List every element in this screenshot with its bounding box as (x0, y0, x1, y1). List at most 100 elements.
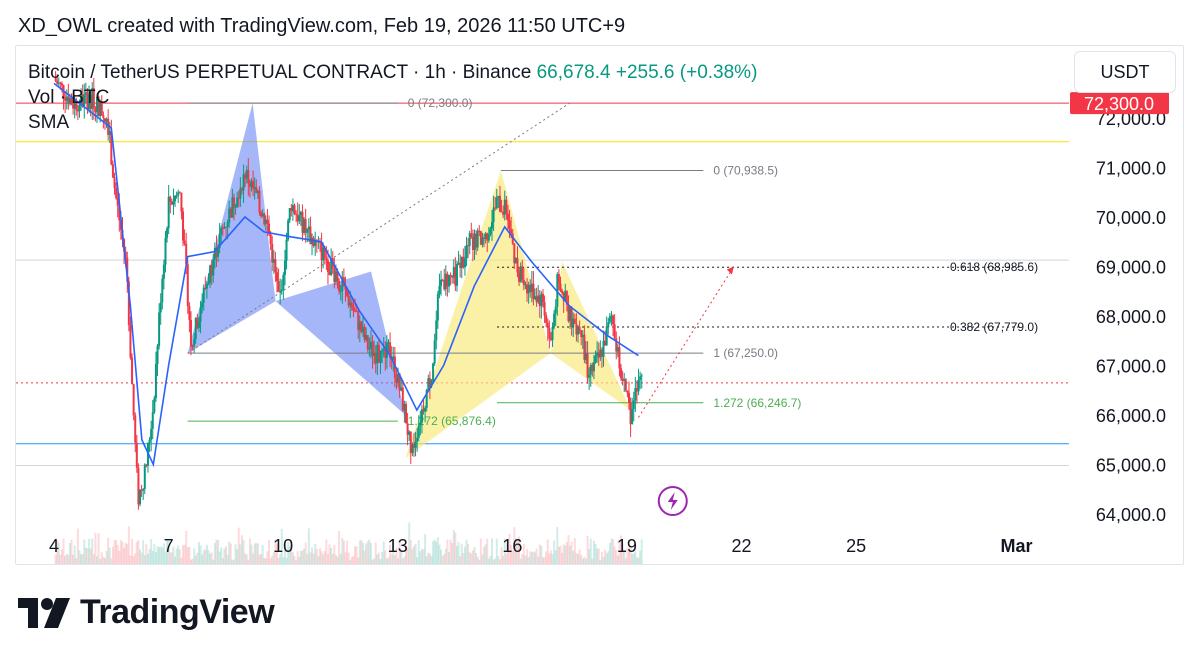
candle-body[interactable] (275, 272, 278, 282)
candle-body[interactable] (448, 274, 451, 287)
candle-body[interactable] (543, 302, 546, 316)
candle-body[interactable] (207, 282, 210, 284)
candle-body[interactable] (182, 211, 185, 241)
candle-body[interactable] (561, 290, 564, 294)
candle-body[interactable] (298, 215, 301, 222)
candle-body[interactable] (143, 464, 146, 489)
candle-body[interactable] (199, 307, 202, 322)
candle-body[interactable] (594, 355, 597, 363)
candle-body[interactable] (546, 322, 549, 328)
candle-body[interactable] (573, 318, 576, 324)
candle-body[interactable] (588, 374, 591, 378)
candle-body[interactable] (129, 325, 132, 358)
candle-body[interactable] (338, 280, 341, 292)
candle-body[interactable] (417, 425, 420, 438)
candle-body[interactable] (404, 403, 407, 424)
candle-body[interactable] (553, 313, 556, 328)
candle-body[interactable] (350, 302, 353, 308)
candle-body[interactable] (578, 327, 581, 330)
candle-body[interactable] (510, 229, 513, 234)
candle-body[interactable] (258, 190, 261, 213)
candle-body[interactable] (516, 258, 519, 273)
candle-body[interactable] (465, 245, 468, 259)
candle-body[interactable] (161, 278, 164, 303)
candle-body[interactable] (545, 315, 548, 323)
candle-body[interactable] (419, 422, 422, 426)
candle-body[interactable] (274, 259, 277, 273)
candle-body[interactable] (279, 291, 282, 293)
candle-body[interactable] (180, 192, 183, 212)
candle-body[interactable] (266, 219, 269, 224)
candle-body[interactable] (193, 339, 196, 347)
candle-body[interactable] (455, 264, 458, 286)
candle-body[interactable] (154, 364, 157, 399)
candle-body[interactable] (489, 228, 492, 235)
candle-body[interactable] (183, 240, 186, 244)
candle-body[interactable] (234, 206, 237, 208)
candle-body[interactable] (293, 205, 296, 214)
candle-body[interactable] (607, 322, 610, 327)
candle-body[interactable] (172, 201, 175, 205)
candle-body[interactable] (162, 264, 165, 279)
candle-body[interactable] (280, 289, 283, 292)
candle-body[interactable] (627, 392, 630, 403)
candle-body[interactable] (282, 274, 285, 290)
candle-body[interactable] (142, 488, 145, 491)
candle-body[interactable] (432, 363, 435, 382)
candle-body[interactable] (491, 222, 494, 229)
candle-body[interactable] (197, 321, 200, 328)
candle-body[interactable] (505, 199, 508, 214)
candle-body[interactable] (557, 274, 560, 284)
candle-body[interactable] (639, 376, 642, 380)
candle-body[interactable] (498, 195, 501, 212)
candle-body[interactable] (521, 266, 524, 280)
candle-body[interactable] (306, 229, 309, 233)
candle-body[interactable] (247, 170, 250, 184)
candle-body[interactable] (381, 350, 384, 352)
candle-body[interactable] (269, 234, 272, 244)
candle-body[interactable] (449, 274, 452, 277)
candle-body[interactable] (487, 234, 490, 241)
candle-body[interactable] (186, 264, 189, 306)
candle-body[interactable] (470, 233, 473, 238)
candle-body[interactable] (156, 345, 159, 365)
candle-body[interactable] (352, 307, 355, 311)
candle-body[interactable] (205, 283, 208, 289)
candle-body[interactable] (283, 260, 286, 275)
candle-body[interactable] (436, 294, 439, 321)
candle-body[interactable] (492, 207, 495, 223)
candle-body[interactable] (379, 350, 382, 363)
candle-body[interactable] (640, 375, 643, 377)
candle-body[interactable] (326, 260, 329, 273)
candle-body[interactable] (608, 316, 611, 323)
candle-body[interactable] (295, 213, 298, 215)
legend-volume[interactable]: Vol · BTC (28, 85, 757, 110)
candle-body[interactable] (618, 347, 621, 369)
candle-body[interactable] (113, 177, 116, 188)
candle-body[interactable] (169, 196, 172, 202)
candle-body[interactable] (495, 197, 498, 209)
candle-body[interactable] (135, 442, 138, 468)
candle-body[interactable] (150, 428, 153, 440)
candle-body[interactable] (586, 353, 589, 378)
candle-body[interactable] (476, 230, 479, 248)
candle-body[interactable] (166, 228, 169, 238)
candle-body[interactable] (285, 239, 288, 261)
candle-body[interactable] (202, 287, 205, 303)
candle-body[interactable] (613, 324, 616, 339)
candle-body[interactable] (592, 362, 595, 372)
candle-body[interactable] (559, 283, 562, 291)
candle-body[interactable] (632, 400, 635, 410)
candle-body[interactable] (159, 302, 162, 313)
candle-body[interactable] (522, 279, 525, 285)
currency-selector[interactable]: USDT (1074, 51, 1176, 93)
candle-body[interactable] (164, 237, 167, 265)
candle-body[interactable] (463, 258, 466, 268)
candle-body[interactable] (612, 315, 615, 325)
candle-body[interactable] (175, 195, 178, 197)
candle-body[interactable] (424, 407, 427, 412)
candle-body[interactable] (541, 293, 544, 303)
candle-body[interactable] (551, 327, 554, 341)
candle-body[interactable] (132, 384, 135, 416)
candle-body[interactable] (624, 379, 627, 391)
